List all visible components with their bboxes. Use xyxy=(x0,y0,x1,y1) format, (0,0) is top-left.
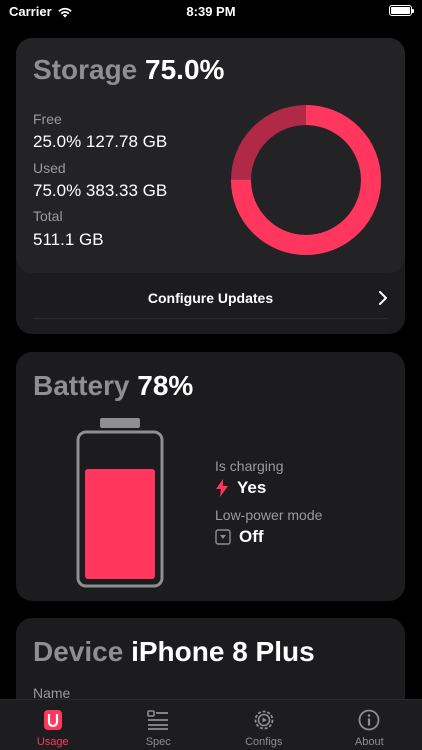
tab-bar: Usage Spec Configs About xyxy=(0,699,422,750)
status-time: 8:39 PM xyxy=(186,4,236,19)
configs-icon xyxy=(254,710,274,730)
battery-terminal xyxy=(100,418,140,428)
usage-icon xyxy=(43,710,62,730)
low-power-status: Off xyxy=(215,527,264,547)
free-label: Free xyxy=(33,111,62,127)
storage-card: Storage 75.0% Free 25.0% 127.78 GB Used … xyxy=(16,38,405,334)
lightning-icon xyxy=(216,479,228,497)
about-icon xyxy=(358,709,380,731)
device-model: iPhone 8 Plus xyxy=(131,636,315,667)
total-label: Total xyxy=(33,208,63,224)
storage-summary: Storage 75.0% Free 25.0% 127.78 GB Used … xyxy=(16,38,405,273)
battery-heading: Battery 78% xyxy=(33,370,193,402)
used-label: Used xyxy=(33,160,66,176)
storage-donut-chart xyxy=(231,105,381,255)
status-bar: Carrier 8:39 PM xyxy=(0,0,422,26)
device-title: Device xyxy=(33,636,124,667)
tab-configs[interactable]: Configs xyxy=(211,700,317,750)
charging-label: Is charging xyxy=(215,458,284,474)
total-value: 511.1 GB xyxy=(33,230,104,249)
battery-level-graphic xyxy=(76,418,164,588)
tab-spec-label: Spec xyxy=(145,736,171,748)
tab-usage[interactable]: Usage xyxy=(0,700,106,750)
tab-configs-label: Configs xyxy=(245,736,283,748)
low-power-label: Low-power mode xyxy=(215,507,323,523)
low-power-value: Off xyxy=(239,527,264,546)
chevron-right-icon xyxy=(379,291,387,305)
low-power-icon xyxy=(215,529,231,545)
battery-title: Battery xyxy=(33,370,130,401)
free-value: 25.0% 127.78 GB xyxy=(33,132,168,151)
tab-usage-label: Usage xyxy=(36,736,69,748)
charging-value: Yes xyxy=(237,478,267,497)
charging-status: Yes xyxy=(215,478,266,498)
storage-title: Storage xyxy=(33,54,138,85)
battery-card: Battery 78% Is charging Yes Low-power mo… xyxy=(16,352,405,601)
battery-percent: 78% xyxy=(137,370,194,401)
configure-updates-label: Configure Updates xyxy=(147,290,274,306)
device-heading: Device iPhone 8 Plus xyxy=(33,636,315,668)
used-value: 75.0% 383.33 GB xyxy=(33,181,168,200)
configure-updates-row[interactable]: Configure Updates xyxy=(33,283,388,319)
tab-spec[interactable]: Spec xyxy=(106,700,212,750)
spec-icon xyxy=(147,710,169,730)
battery-level-fill xyxy=(85,469,155,579)
tab-about[interactable]: About xyxy=(317,700,422,750)
tab-about-label: About xyxy=(354,736,384,748)
storage-percent: 75.0% xyxy=(145,54,225,85)
status-battery-icon xyxy=(389,5,414,16)
storage-heading: Storage 75.0% xyxy=(33,54,224,86)
